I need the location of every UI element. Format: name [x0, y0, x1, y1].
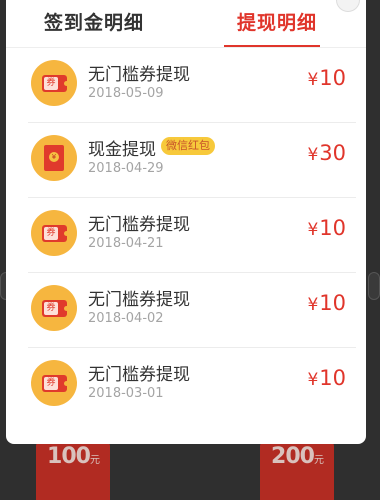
withdrawal-record-list: 券 无门槛券提现 2018-05-09 ¥10 ¥ 现金提现 微信红包 2018…: [6, 48, 366, 422]
coupon-icon: 券: [31, 285, 77, 331]
currency-symbol: ¥: [307, 220, 319, 240]
record-amount: ¥10: [307, 366, 346, 390]
list-item[interactable]: 券 无门槛券提现 2018-05-09 ¥10: [28, 48, 356, 123]
currency-symbol: ¥: [307, 145, 319, 165]
tab-checkin-gold-detail[interactable]: 签到金明细: [44, 8, 144, 35]
list-item[interactable]: ¥ 现金提现 微信红包 2018-04-29 ¥30: [28, 123, 356, 198]
list-item[interactable]: 券 无门槛券提现 2018-03-01 ¥10: [28, 348, 356, 422]
wechat-red-packet-badge: 微信红包: [161, 137, 215, 155]
record-date: 2018-03-01: [88, 386, 164, 401]
record-date: 2018-04-02: [88, 311, 164, 326]
amount-value: 10: [319, 66, 346, 90]
record-title: 无门槛券提现: [88, 215, 190, 235]
withdrawal-detail-modal: 签到金明细 提现明细 券 无门槛券提现 2018-05-09 ¥10 ¥ 现金提…: [6, 0, 366, 444]
background-reward-unit: 元: [89, 455, 100, 466]
amount-value: 10: [319, 216, 346, 240]
record-amount: ¥30: [307, 141, 346, 165]
red-envelope-icon: ¥: [31, 135, 77, 181]
list-item[interactable]: 券 无门槛券提现 2018-04-02 ¥10: [28, 273, 356, 348]
list-item[interactable]: 券 无门槛券提现 2018-04-21 ¥10: [28, 198, 356, 273]
background-edge-right: [368, 272, 380, 300]
record-title: 无门槛券提现: [88, 290, 190, 310]
record-title: 现金提现: [88, 140, 156, 160]
currency-symbol: ¥: [307, 70, 319, 90]
currency-symbol: ¥: [307, 295, 319, 315]
amount-value: 10: [319, 366, 346, 390]
coupon-icon: 券: [31, 210, 77, 256]
coupon-icon-label: 券: [44, 302, 58, 315]
coupon-icon-label: 券: [44, 227, 58, 240]
record-amount: ¥10: [307, 66, 346, 90]
background-reward-card: 100元: [36, 442, 110, 500]
detail-tabs: 签到金明细 提现明细: [6, 0, 366, 48]
record-title: 无门槛券提现: [88, 65, 190, 85]
record-date: 2018-04-29: [88, 161, 164, 176]
background-reward-unit: 元: [313, 455, 324, 466]
active-tab-indicator: [224, 45, 320, 47]
background-reward-value: 100: [47, 444, 91, 469]
background-reward-card: 200元: [260, 442, 334, 500]
tab-withdrawal-detail[interactable]: 提现明细: [237, 8, 317, 35]
coupon-icon: 券: [31, 360, 77, 406]
record-date: 2018-05-09: [88, 86, 164, 101]
background-reward-value: 200: [271, 444, 315, 469]
amount-value: 30: [319, 141, 346, 165]
record-amount: ¥10: [307, 291, 346, 315]
record-amount: ¥10: [307, 216, 346, 240]
red-envelope-icon-label: ¥: [49, 152, 59, 162]
record-date: 2018-04-21: [88, 236, 164, 251]
coupon-icon-label: 券: [44, 77, 58, 90]
coupon-icon-label: 券: [44, 377, 58, 390]
currency-symbol: ¥: [307, 370, 319, 390]
coupon-icon: 券: [31, 60, 77, 106]
record-title: 无门槛券提现: [88, 365, 190, 385]
amount-value: 10: [319, 291, 346, 315]
